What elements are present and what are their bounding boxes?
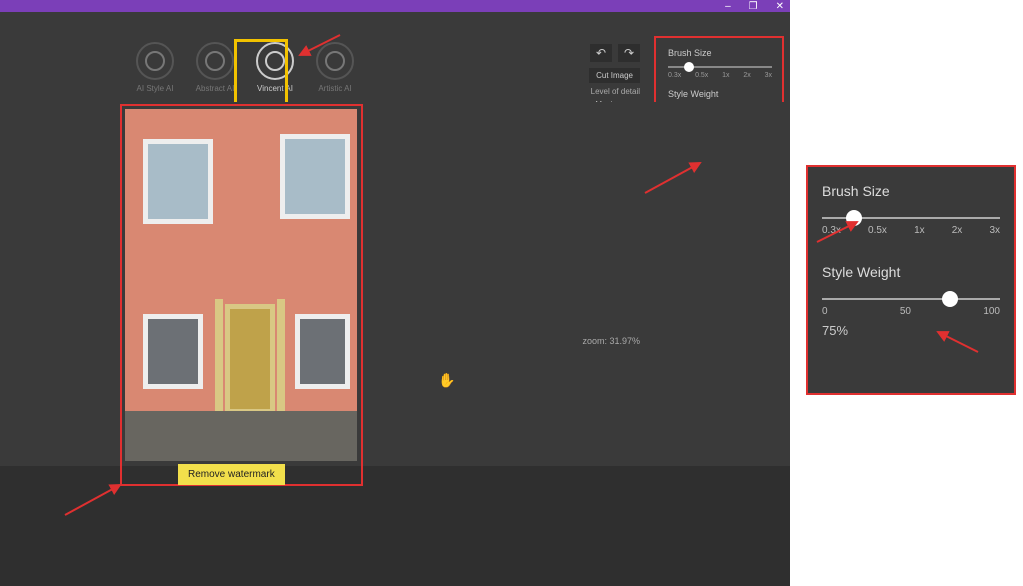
redo-button[interactable]: ↷ (618, 44, 640, 62)
popup-style-thumb[interactable] (942, 291, 958, 307)
brush-ticks: 0.3x 0.5x 1x 2x 3x (668, 72, 772, 79)
vincent-icon (256, 42, 294, 80)
tab-label: AI Style AI (137, 84, 174, 93)
building-window (280, 134, 350, 219)
style-weight-label: Style Weight (668, 89, 772, 99)
building-pillar (277, 299, 285, 414)
toolbar: AI Style AI Abstract AI Vincent AI Artis… (0, 12, 790, 102)
tab-artistic[interactable]: Artistic AI (310, 42, 360, 93)
building-window (295, 314, 350, 389)
cut-image-button[interactable]: Cut Image (589, 68, 640, 83)
building-steps (125, 411, 357, 461)
building-door (225, 304, 275, 414)
tab-label: Abstract AI (196, 84, 235, 93)
brush-size-slider[interactable] (668, 66, 772, 68)
zoom-popup: Brush Size 0.3x 0.5x 1x 2x 3x Style Weig… (806, 165, 1016, 395)
brush-size-thumb[interactable] (684, 62, 694, 72)
tab-label: Vincent AI (257, 84, 293, 93)
minimize-button[interactable]: – (725, 1, 731, 12)
controls-right: ↶ ↷ Cut Image Level of detail Maximum ▼ (570, 44, 640, 110)
popup-brush-ticks: 0.3x 0.5x 1x 2x 3x (822, 225, 1000, 236)
popup-brush-label: Brush Size (822, 183, 1000, 199)
tab-label: Artistic AI (318, 84, 351, 93)
bottom-panel (0, 466, 790, 586)
remove-watermark-button[interactable]: Remove watermark (178, 464, 285, 485)
hand-cursor-icon: ✋ (438, 372, 455, 389)
artistic-icon (316, 42, 354, 80)
ai-style-icon (136, 42, 174, 80)
popup-style-slider[interactable] (822, 298, 1000, 300)
restore-button[interactable]: ❐ (749, 1, 758, 12)
canvas-area: Remove watermark ✋ zoom: 31.97% (0, 102, 790, 466)
level-of-detail-label: Level of detail (570, 87, 640, 96)
building-window (143, 314, 203, 389)
zoom-label: zoom: 31.97% (582, 336, 640, 346)
popup-style-ticks: 0 50 100 (822, 306, 1000, 317)
popup-style-label: Style Weight (822, 264, 1000, 280)
tab-abstract[interactable]: Abstract AI (190, 42, 240, 93)
popup-brush-slider[interactable] (822, 217, 1000, 219)
undo-button[interactable]: ↶ (590, 44, 612, 62)
tab-vincent[interactable]: Vincent AI (250, 42, 300, 93)
brush-size-label: Brush Size (668, 48, 772, 58)
popup-brush-thumb[interactable] (846, 210, 862, 226)
titlebar: – ❐ ✕ (0, 0, 790, 12)
popup-style-value: 75% (822, 323, 1000, 338)
app-window: – ❐ ✕ AI Style AI Abstract AI Vincent AI… (0, 0, 790, 586)
close-button[interactable]: ✕ (776, 1, 784, 12)
building-window (143, 139, 213, 224)
abstract-icon (196, 42, 234, 80)
tab-ai-style[interactable]: AI Style AI (130, 42, 180, 93)
building-pillar (215, 299, 223, 414)
image-preview[interactable] (125, 109, 357, 461)
